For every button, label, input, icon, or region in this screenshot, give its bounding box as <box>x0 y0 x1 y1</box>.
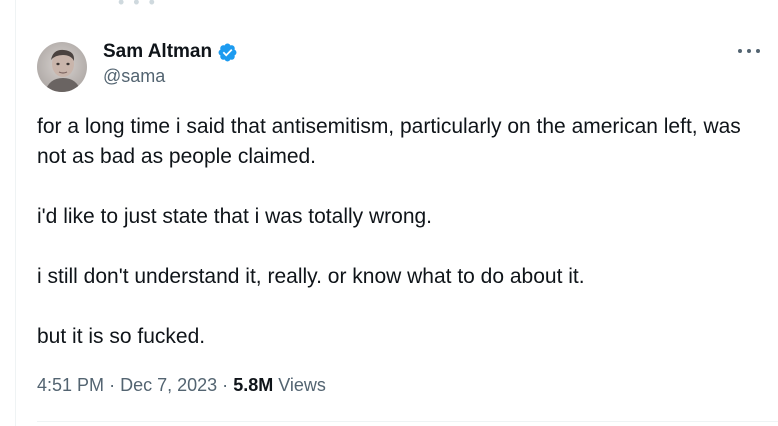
author-name-row: Sam Altman <box>103 40 238 64</box>
tweet-card: • • • Sam Altman @sama for a long time i… <box>0 0 778 426</box>
views-count[interactable]: 5.8M <box>233 375 273 395</box>
verified-badge-icon[interactable] <box>217 42 238 63</box>
tweet-paragraph: but it is so fucked. <box>37 325 206 348</box>
author-display-name[interactable]: Sam Altman <box>103 41 212 63</box>
meta-separator: · <box>109 375 116 395</box>
more-options-icon[interactable] <box>738 44 760 58</box>
tweet-date[interactable]: Dec 7, 2023 <box>120 375 217 395</box>
tweet-paragraph: i still don't understand it, really. or … <box>37 265 585 288</box>
more-dot <box>738 49 742 53</box>
tweet-paragraph: i'd like to just state that i was totall… <box>37 205 433 228</box>
tweet-meta: 4:51 PM · Dec 7, 2023 · 5.8M Views <box>37 375 326 396</box>
avatar-photo-icon <box>37 42 87 92</box>
tweet-time[interactable]: 4:51 PM <box>37 375 104 395</box>
author-handle[interactable]: @sama <box>103 66 165 87</box>
timeline-divider <box>15 0 16 426</box>
views-label[interactable]: Views <box>278 375 326 395</box>
previous-tweet-fragment: • • • <box>118 0 157 12</box>
more-dot <box>756 49 760 53</box>
more-dot <box>747 49 751 53</box>
meta-separator: · <box>222 375 229 395</box>
avatar[interactable] <box>37 42 87 92</box>
bottom-divider <box>37 421 778 422</box>
tweet-paragraph: for a long time i said that antisemitism… <box>37 115 741 168</box>
tweet-text: for a long time i said that antisemitism… <box>37 112 767 352</box>
